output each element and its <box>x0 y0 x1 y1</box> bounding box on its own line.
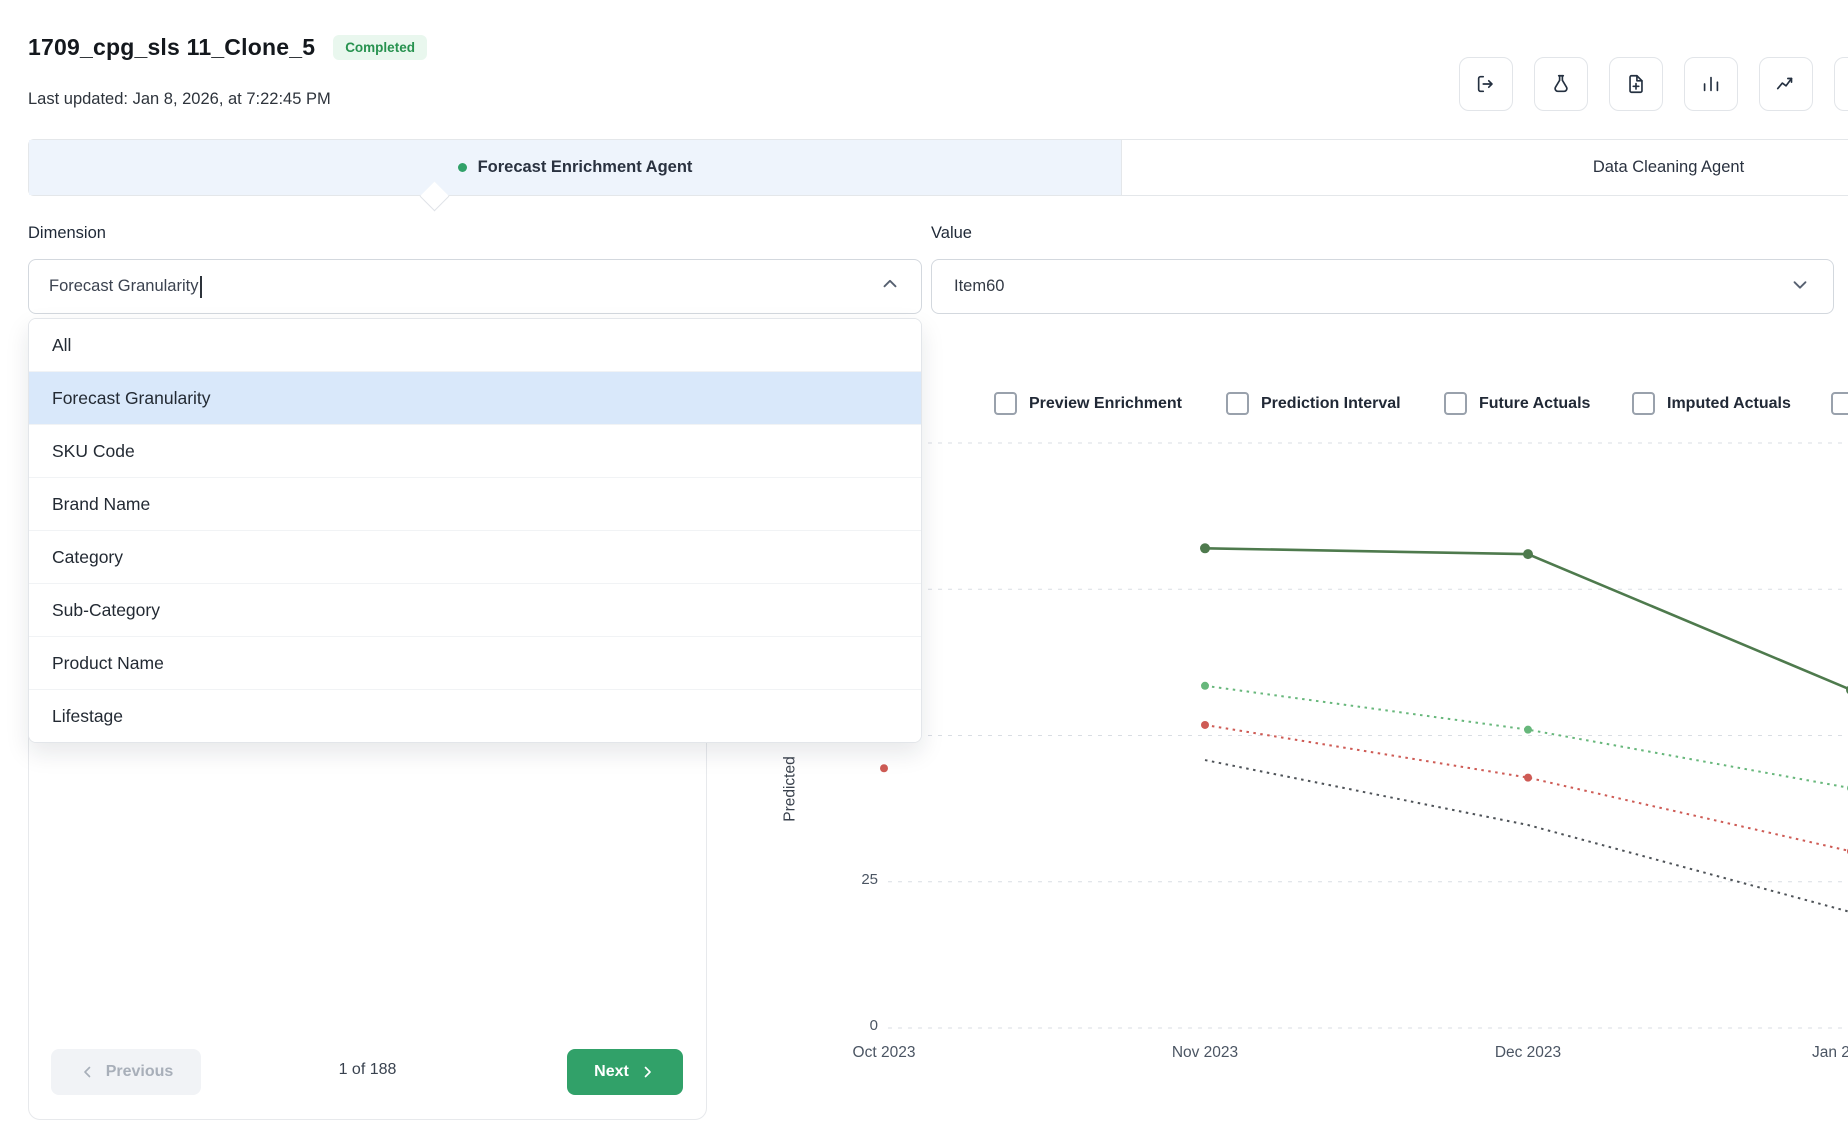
option-product-name[interactable]: Product Name <box>29 636 921 689</box>
y-tick-0: 0 <box>810 1017 878 1034</box>
dimension-dropdown: All Forecast Granularity SKU Code Brand … <box>28 318 922 743</box>
toggle-imputed-actuals[interactable]: Imputed Actuals <box>1632 392 1791 415</box>
option-forecast-granularity[interactable]: Forecast Granularity <box>29 371 921 424</box>
checkbox-icon[interactable] <box>1226 392 1249 415</box>
checkbox-icon[interactable] <box>1831 392 1848 415</box>
dimension-combobox[interactable]: Forecast Granularity <box>28 259 922 314</box>
checkbox-icon[interactable] <box>1444 392 1467 415</box>
tab-data-cleaning-agent[interactable]: Data Cleaning Agent <box>1122 140 1848 195</box>
toggle-prediction-interval[interactable]: Prediction Interval <box>1226 392 1401 415</box>
value-select-value: Item60 <box>954 277 1004 296</box>
x-tick-nov: Nov 2023 <box>1150 1044 1260 1062</box>
option-category[interactable]: Category <box>29 530 921 583</box>
dimension-label: Dimension <box>28 224 106 243</box>
clipped-toolbar-button[interactable] <box>1834 57 1848 111</box>
dimension-input-value: Forecast Granularity <box>49 277 198 296</box>
status-badge: Completed <box>333 35 427 60</box>
chevron-up-icon <box>879 273 901 300</box>
toolbar <box>1459 57 1848 111</box>
trend-chart-icon <box>1775 73 1797 95</box>
checkbox-icon[interactable] <box>1632 392 1655 415</box>
tab-forecast-enrichment-agent[interactable]: Forecast Enrichment Agent <box>29 140 1122 195</box>
tab-label: Data Cleaning Agent <box>1593 158 1744 177</box>
chevron-right-icon <box>638 1063 656 1081</box>
value-label: Value <box>931 224 972 243</box>
experiment-button[interactable] <box>1534 57 1588 111</box>
toggle-clipped[interactable] <box>1831 392 1848 415</box>
x-tick-dec: Dec 2023 <box>1473 1044 1583 1062</box>
agent-tabs: Forecast Enrichment Agent Data Cleaning … <box>28 139 1848 196</box>
checkbox-icon[interactable] <box>994 392 1017 415</box>
trend-chart-button[interactable] <box>1759 57 1813 111</box>
option-brand-name[interactable]: Brand Name <box>29 477 921 530</box>
option-sku-code[interactable]: SKU Code <box>29 424 921 477</box>
chevron-down-icon <box>1789 273 1811 300</box>
option-lifestage[interactable]: Lifestage <box>29 689 921 742</box>
bar-chart-button[interactable] <box>1684 57 1738 111</box>
x-tick-jan: Jan 2024 <box>1812 1044 1848 1062</box>
toggle-preview-enrichment[interactable]: Preview Enrichment <box>994 392 1182 415</box>
add-file-button[interactable] <box>1609 57 1663 111</box>
option-all[interactable]: All <box>29 319 921 371</box>
option-sub-category[interactable]: Sub-Category <box>29 583 921 636</box>
export-button[interactable] <box>1459 57 1513 111</box>
y-tick-25: 25 <box>810 871 878 888</box>
next-button[interactable]: Next <box>567 1049 683 1095</box>
active-status-dot-icon <box>458 163 467 172</box>
file-plus-icon <box>1625 73 1647 95</box>
app-window: 0 25 50 75 100 Oct 2023 Nov 2023 Dec 202… <box>0 0 1848 1128</box>
x-tick-oct: Oct 2023 <box>829 1044 939 1062</box>
bar-chart-icon <box>1700 73 1722 95</box>
header: 1709_cpg_sls 11_Clone_5 Completed <box>28 34 427 61</box>
toggle-future-actuals[interactable]: Future Actuals <box>1444 392 1590 415</box>
tab-label: Forecast Enrichment Agent <box>478 158 693 177</box>
page-title: 1709_cpg_sls 11_Clone_5 <box>28 34 315 61</box>
flask-icon <box>1550 73 1572 95</box>
value-select[interactable]: Item60 <box>931 259 1834 314</box>
text-cursor <box>200 276 202 298</box>
last-updated: Last updated: Jan 8, 2026, at 7:22:45 PM <box>28 90 331 109</box>
export-icon <box>1475 73 1497 95</box>
